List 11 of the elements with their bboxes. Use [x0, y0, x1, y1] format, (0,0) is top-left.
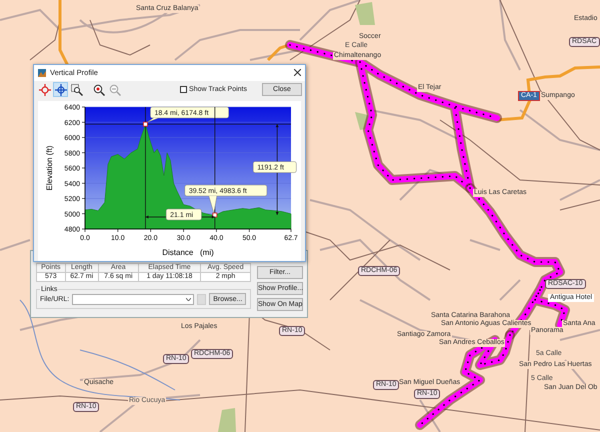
- crosshair-tool-button[interactable]: [53, 82, 68, 98]
- x-axis-title: Distance (mi): [162, 248, 214, 257]
- checkbox[interactable]: [180, 86, 188, 94]
- y-axis-title: Elevation (ft): [45, 146, 54, 190]
- chevron-icon: [186, 298, 192, 300]
- close-icon[interactable]: [294, 69, 301, 76]
- zoom-box-button[interactable]: [69, 82, 84, 98]
- app-icon: [38, 68, 46, 77]
- marker-tool-button[interactable]: [37, 82, 52, 98]
- zoom-in-button[interactable]: [91, 82, 106, 98]
- point-marker: [143, 122, 148, 127]
